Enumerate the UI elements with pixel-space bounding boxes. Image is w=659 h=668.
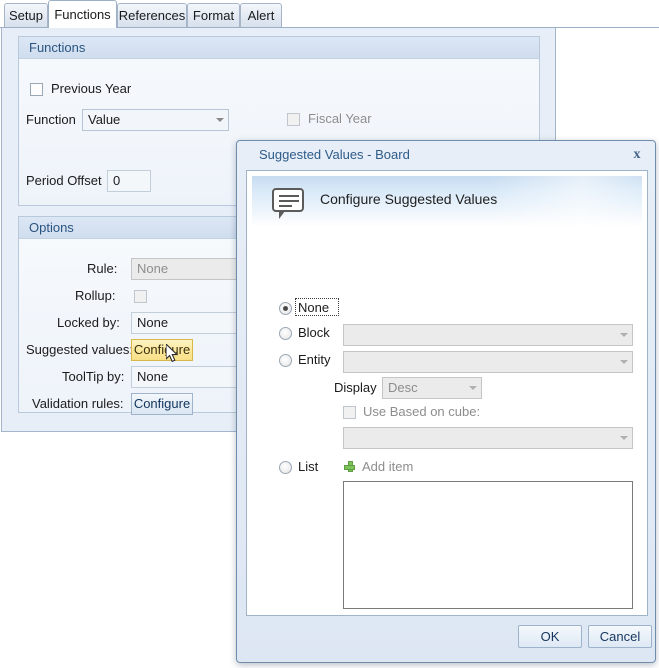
app-root: Setup Functions References Format Alert … <box>0 0 659 668</box>
close-icon[interactable]: x <box>629 147 645 163</box>
period-offset-input[interactable]: 0 <box>107 170 151 192</box>
suggested-values-label: Suggested values: <box>26 342 133 357</box>
chevron-down-icon <box>620 333 628 337</box>
cancel-button[interactable]: Cancel <box>588 625 652 648</box>
display-label: Display <box>334 380 377 395</box>
block-combobox[interactable] <box>343 324 633 346</box>
dialog-banner-title: Configure Suggested Values <box>320 191 498 207</box>
dialog-title: Suggested Values - Board <box>259 147 410 162</box>
rollup-label: Rollup: <box>75 288 116 303</box>
fiscal-year-label: Fiscal Year <box>308 111 372 126</box>
radio-block[interactable] <box>279 327 292 340</box>
radio-entity-label: Entity <box>298 352 331 367</box>
validation-rules-label: Validation rules: <box>32 396 124 411</box>
period-offset-label: Period Offset <box>26 173 102 188</box>
previous-year-checkbox[interactable] <box>30 83 43 96</box>
tooltip-by-label: ToolTip by: <box>62 369 125 384</box>
entity-combobox[interactable] <box>343 351 633 373</box>
display-combobox[interactable]: Desc <box>382 377 482 399</box>
rollup-checkbox[interactable] <box>134 290 147 303</box>
speech-bubble-icon <box>272 188 304 219</box>
ok-button[interactable]: OK <box>518 625 582 648</box>
validation-rules-configure-button[interactable]: Configure <box>131 393 193 415</box>
add-item-plus-icon[interactable] <box>344 461 355 472</box>
radio-list-label: List <box>298 459 319 474</box>
chevron-down-icon <box>469 386 477 390</box>
rule-label: Rule: <box>87 261 118 276</box>
tab-alert[interactable]: Alert <box>240 3 282 27</box>
use-based-on-cube-label: Use Based on cube: <box>363 404 481 419</box>
dialog-banner: Configure Suggested Values <box>252 176 642 227</box>
list-items-listbox[interactable] <box>343 481 633 609</box>
tab-format[interactable]: Format <box>187 3 240 27</box>
tab-setup[interactable]: Setup <box>4 3 48 27</box>
chevron-down-icon <box>620 436 628 440</box>
radio-list[interactable] <box>279 461 292 474</box>
tab-references[interactable]: References <box>117 3 187 27</box>
display-combobox-value: Desc <box>388 380 418 395</box>
radio-none[interactable] <box>279 302 292 315</box>
cube-combobox[interactable] <box>343 427 633 449</box>
tab-functions[interactable]: Functions <box>48 0 117 28</box>
fiscal-year-checkbox[interactable] <box>287 113 300 126</box>
function-combobox[interactable]: Value <box>82 109 229 131</box>
function-combobox-value: Value <box>88 112 121 127</box>
use-based-on-cube-checkbox[interactable] <box>343 406 356 419</box>
previous-year-label: Previous Year <box>51 81 132 96</box>
suggested-values-configure-button[interactable]: Configure <box>131 339 193 361</box>
radio-block-label: Block <box>298 325 330 340</box>
dialog-client-area: Configure Suggested Values None Block En… <box>246 170 648 616</box>
functions-group-title: Functions <box>19 37 539 59</box>
tab-bar: Setup Functions References Format Alert <box>0 0 659 28</box>
suggested-values-dialog: Suggested Values - Board x Configure Sug… <box>236 140 656 663</box>
function-label: Function <box>26 112 76 127</box>
radio-none-label: None <box>298 300 330 315</box>
radio-entity[interactable] <box>279 354 292 367</box>
chevron-down-icon <box>620 360 628 364</box>
add-item-label[interactable]: Add item <box>362 459 413 474</box>
locked-by-label: Locked by: <box>57 315 120 330</box>
mouse-cursor <box>165 342 180 364</box>
chevron-down-icon <box>216 118 224 122</box>
